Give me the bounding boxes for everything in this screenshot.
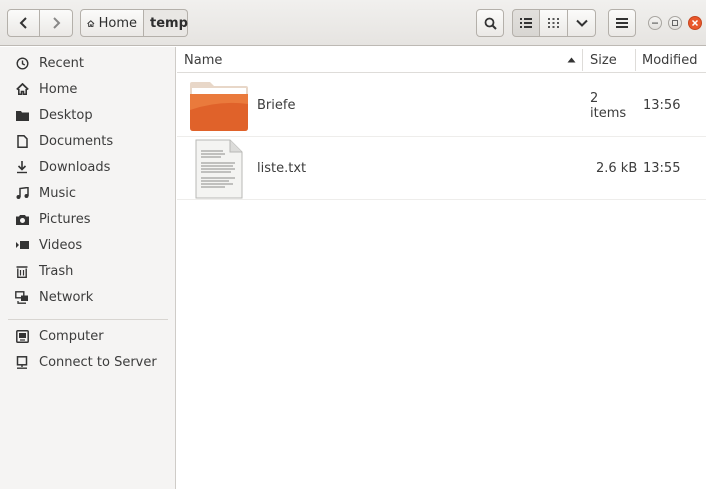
column-separator bbox=[582, 49, 583, 71]
back-button[interactable] bbox=[7, 9, 40, 37]
breadcrumb-current[interactable]: temp bbox=[144, 9, 188, 37]
close-button[interactable] bbox=[688, 16, 702, 30]
breadcrumb-home[interactable]: Home bbox=[80, 9, 144, 37]
sidebar-item-label: Home bbox=[39, 81, 78, 97]
sidebar-item-label: Videos bbox=[39, 237, 83, 253]
breadcrumb-current-label: temp bbox=[150, 15, 188, 31]
sidebar-item-downloads[interactable]: Downloads bbox=[0, 154, 175, 180]
file-list: Name Size Modified Briefe 2 items 13:56 bbox=[177, 47, 706, 489]
grid-view-button[interactable] bbox=[540, 9, 568, 37]
close-icon bbox=[691, 19, 699, 27]
header-bar: Home temp bbox=[0, 0, 706, 46]
text-file-icon bbox=[195, 137, 245, 200]
clock-icon bbox=[15, 56, 29, 70]
sidebar-item-music[interactable]: Music bbox=[0, 180, 175, 206]
network-icon bbox=[15, 290, 29, 304]
column-name-label: Name bbox=[184, 52, 223, 68]
server-icon bbox=[15, 355, 29, 369]
sidebar: Recent Home Desktop Documents Downloads … bbox=[0, 47, 176, 489]
download-icon bbox=[15, 160, 29, 174]
view-switcher bbox=[512, 9, 596, 37]
folder-icon bbox=[188, 74, 252, 137]
column-modified-label: Modified bbox=[642, 52, 698, 68]
column-modified-header[interactable]: Modified bbox=[642, 47, 702, 73]
table-row[interactable]: liste.txt 2.6 kB 13:55 bbox=[177, 137, 706, 200]
minimize-button[interactable] bbox=[648, 16, 662, 30]
sidebar-item-label: Network bbox=[39, 289, 94, 305]
camera-icon bbox=[15, 212, 29, 226]
column-header: Name Size Modified bbox=[177, 47, 706, 73]
sidebar-item-label: Documents bbox=[39, 133, 114, 149]
sidebar-item-pictures[interactable]: Pictures bbox=[0, 206, 175, 232]
document-icon bbox=[15, 134, 29, 148]
sidebar-item-desktop[interactable]: Desktop bbox=[0, 102, 175, 128]
grid-view-icon bbox=[548, 18, 559, 28]
sidebar-item-label: Trash bbox=[39, 263, 74, 279]
view-options-button[interactable] bbox=[568, 9, 596, 37]
home-icon bbox=[87, 19, 95, 27]
chevron-left-icon bbox=[19, 17, 27, 29]
table-row[interactable]: Briefe 2 items 13:56 bbox=[177, 74, 706, 137]
sidebar-item-recent[interactable]: Recent bbox=[0, 50, 175, 76]
file-size: 2 items bbox=[590, 90, 627, 121]
computer-icon bbox=[15, 329, 29, 343]
folder-icon bbox=[15, 108, 29, 122]
video-icon bbox=[15, 238, 29, 252]
search-icon bbox=[484, 17, 497, 30]
breadcrumb: Home temp bbox=[80, 9, 188, 37]
list-view-button[interactable] bbox=[512, 9, 540, 37]
sidebar-item-label: Pictures bbox=[39, 211, 91, 227]
home-icon bbox=[15, 82, 29, 96]
sidebar-item-label: Music bbox=[39, 185, 76, 201]
column-size-label: Size bbox=[590, 52, 617, 68]
file-modified: 13:55 bbox=[643, 161, 681, 176]
sort-ascending-icon bbox=[567, 57, 576, 63]
sidebar-item-label: Recent bbox=[39, 55, 84, 71]
chevron-right-icon bbox=[53, 17, 61, 29]
sidebar-item-documents[interactable]: Documents bbox=[0, 128, 175, 154]
music-icon bbox=[15, 186, 29, 200]
maximize-button[interactable] bbox=[668, 16, 682, 30]
maximize-icon bbox=[672, 20, 678, 26]
breadcrumb-home-label: Home bbox=[98, 15, 137, 31]
trash-icon bbox=[15, 264, 29, 278]
column-separator bbox=[635, 49, 636, 71]
sidebar-item-computer[interactable]: Computer bbox=[0, 323, 175, 349]
navigation-buttons bbox=[7, 9, 73, 37]
file-name: Briefe bbox=[257, 98, 296, 113]
sidebar-item-home[interactable]: Home bbox=[0, 76, 175, 102]
sidebar-separator bbox=[8, 319, 168, 320]
sidebar-item-videos[interactable]: Videos bbox=[0, 232, 175, 258]
file-size: 2.6 kB bbox=[596, 161, 638, 176]
forward-button[interactable] bbox=[40, 9, 73, 37]
search-button[interactable] bbox=[476, 9, 504, 37]
sidebar-item-network[interactable]: Network bbox=[0, 284, 175, 310]
sidebar-item-label: Computer bbox=[39, 328, 104, 344]
file-modified: 13:56 bbox=[643, 98, 681, 113]
hamburger-menu-icon bbox=[616, 18, 628, 28]
sidebar-item-label: Connect to Server bbox=[39, 354, 157, 370]
sidebar-item-label: Downloads bbox=[39, 159, 111, 175]
menu-button[interactable] bbox=[608, 9, 636, 37]
column-size-header[interactable]: Size bbox=[590, 47, 630, 73]
sidebar-item-trash[interactable]: Trash bbox=[0, 258, 175, 284]
minimize-icon bbox=[652, 22, 658, 24]
sidebar-item-label: Desktop bbox=[39, 107, 93, 123]
column-name-header[interactable]: Name bbox=[184, 47, 579, 73]
file-name: liste.txt bbox=[257, 161, 307, 176]
chevron-down-icon bbox=[575, 19, 588, 27]
sidebar-item-connect-to-server[interactable]: Connect to Server bbox=[0, 349, 175, 375]
list-view-icon bbox=[520, 18, 532, 28]
